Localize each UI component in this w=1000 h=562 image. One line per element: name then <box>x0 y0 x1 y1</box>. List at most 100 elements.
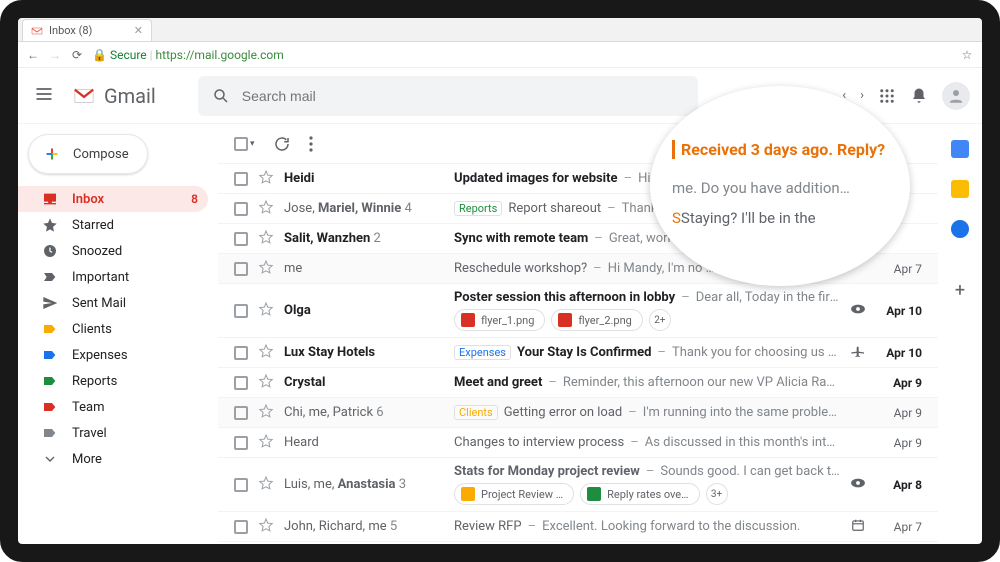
sidebar-item-expenses[interactable]: Expenses <box>18 342 208 368</box>
star-icon[interactable] <box>258 403 274 423</box>
attachment-chip[interactable]: flyer_2.png <box>551 309 642 331</box>
mail-row[interactable]: Andrea, Jose 3ReportsBaseline graphs–Goo… <box>218 542 938 544</box>
tasks-addon-icon[interactable] <box>951 220 969 238</box>
attachment-chip[interactable]: flyer_1.png <box>454 309 545 331</box>
attachment-chip[interactable]: Project Review … <box>454 483 574 505</box>
row-snippet: As discussed in this month's interview t… <box>645 435 840 450</box>
row-checkbox[interactable] <box>234 232 248 246</box>
sidebar-item-reports[interactable]: Reports <box>18 368 208 394</box>
calendar-addon-icon[interactable] <box>951 140 969 158</box>
sidebar-item-inbox[interactable]: Inbox8 <box>18 186 208 212</box>
sidebar-item-clients[interactable]: Clients <box>18 316 208 342</box>
gmail-logo[interactable]: Gmail <box>70 84 156 108</box>
mail-row[interactable]: Chi, me, Patrick 6ClientsGetting error o… <box>218 398 938 428</box>
sidebar-item-more[interactable]: More <box>18 446 208 472</box>
star-icon[interactable] <box>258 259 274 279</box>
row-subject: Reschedule workshop? <box>454 261 587 276</box>
row-date: Apr 10 <box>876 346 922 360</box>
google-apps-icon[interactable] <box>878 87 896 105</box>
nav-reload-icon[interactable]: ⟳ <box>70 48 84 62</box>
sidebar-item-important[interactable]: Important <box>18 264 208 290</box>
sidebar-item-sent-mail[interactable]: Sent Mail <box>18 290 208 316</box>
sidebar-item-label: Snoozed <box>72 244 198 259</box>
row-extra-icon <box>850 518 866 536</box>
mail-row[interactable]: Lux Stay HotelsExpensesYour Stay Is Conf… <box>218 338 938 368</box>
star-icon[interactable] <box>258 229 274 249</box>
search-box[interactable] <box>198 76 698 116</box>
nudge-snippet-2: SStaying? I'll be in the <box>672 209 888 227</box>
url-input[interactable]: 🔒 Secure | https://mail.google.com <box>92 48 952 62</box>
star-icon[interactable] <box>258 517 274 537</box>
row-subject: Getting error on load <box>504 405 623 420</box>
tab-close-icon[interactable]: ✕ <box>134 24 143 37</box>
mail-row[interactable]: HeardChanges to interview process–As dis… <box>218 428 938 458</box>
add-addon-icon[interactable]: + <box>955 280 965 301</box>
star-icon[interactable] <box>258 199 274 219</box>
sidebar-item-team[interactable]: Team <box>18 394 208 420</box>
side-panel: + <box>938 124 982 544</box>
row-checkbox[interactable] <box>234 202 248 216</box>
row-checkbox[interactable] <box>234 436 248 450</box>
row-date: Apr 10 <box>876 304 922 318</box>
row-date: Apr 9 <box>876 376 922 390</box>
sidebar-item-label: Clients <box>72 322 198 337</box>
refresh-icon[interactable] <box>273 135 291 153</box>
sidebar-item-travel[interactable]: Travel <box>18 420 208 446</box>
keep-addon-icon[interactable] <box>951 180 969 198</box>
select-all-checkbox[interactable]: ▾ <box>234 137 255 151</box>
browser-tab[interactable]: Inbox (8) ✕ <box>22 19 152 41</box>
row-checkbox[interactable] <box>234 478 248 492</box>
row-checkbox[interactable] <box>234 520 248 534</box>
main-menu-icon[interactable] <box>30 80 58 112</box>
attachment-chip[interactable]: Reply rates ove… <box>580 483 699 505</box>
row-subject: Report shareout <box>508 201 601 216</box>
sidebar-item-label: Expenses <box>72 348 198 363</box>
star-icon[interactable] <box>258 373 274 393</box>
gmail-favicon <box>31 25 43 37</box>
row-subject: Poster session this afternoon in lobby <box>454 290 675 305</box>
star-icon[interactable] <box>258 433 274 453</box>
row-date: Apr 8 <box>876 478 922 492</box>
sidebar-item-starred[interactable]: Starred <box>18 212 208 238</box>
row-checkbox[interactable] <box>234 262 248 276</box>
notifications-icon[interactable] <box>910 87 928 105</box>
mail-row[interactable]: Olga Poster session this afternoon in lob… <box>218 284 938 338</box>
bookmark-star-icon[interactable]: ☆ <box>960 48 974 62</box>
more-actions-icon[interactable] <box>309 136 313 152</box>
row-subject: Stats for Monday project review <box>454 464 640 479</box>
attachment-chips: Project Review … Reply rates ove… 3+ <box>454 483 840 505</box>
star-icon[interactable] <box>258 343 274 363</box>
more-attachments[interactable]: 3+ <box>706 483 728 505</box>
search-input[interactable] <box>242 88 684 104</box>
mail-row[interactable]: John, Richard, me 5Review RFP–Excellent.… <box>218 512 938 542</box>
category-tag: Expenses <box>454 345 511 360</box>
mail-row[interactable]: CrystalMeet and greet–Reminder, this aft… <box>218 368 938 398</box>
compose-button[interactable]: Compose <box>28 134 148 174</box>
nav-forward-icon[interactable]: → <box>48 48 62 62</box>
sidebar-item-snoozed[interactable]: Snoozed <box>18 238 208 264</box>
account-avatar[interactable] <box>942 82 970 110</box>
row-checkbox[interactable] <box>234 346 248 360</box>
sidebar-item-label: Important <box>72 270 198 285</box>
star-icon[interactable] <box>258 301 274 321</box>
row-checkbox[interactable] <box>234 406 248 420</box>
row-checkbox[interactable] <box>234 376 248 390</box>
row-date: Apr 7 <box>876 262 922 276</box>
row-checkbox[interactable] <box>234 304 248 318</box>
row-sender: Olga <box>284 303 444 318</box>
mail-row[interactable]: Luis, me, Anastasia 3 Stats for Monday pr… <box>218 458 938 512</box>
row-checkbox[interactable] <box>234 172 248 186</box>
row-sender: Luis, me, Anastasia 3 <box>284 477 444 492</box>
page-next-icon[interactable]: › <box>860 88 864 103</box>
star-icon[interactable] <box>258 169 274 189</box>
nav-back-icon[interactable]: ← <box>26 48 40 62</box>
star-icon[interactable] <box>258 475 274 495</box>
row-sender: Salit, Wanzhen 2 <box>284 231 444 246</box>
row-subject: Sync with remote team <box>454 231 588 246</box>
sidebar-item-label: Starred <box>72 218 198 233</box>
more-attachments[interactable]: 2+ <box>649 309 671 331</box>
category-tag: Reports <box>454 201 502 216</box>
sidebar-item-label: Reports <box>72 374 198 389</box>
row-snippet: Sounds good. I can get back to you about… <box>660 464 840 479</box>
nudge-magnifier: Received 3 days ago. Reply? me. Do you h… <box>650 86 910 286</box>
